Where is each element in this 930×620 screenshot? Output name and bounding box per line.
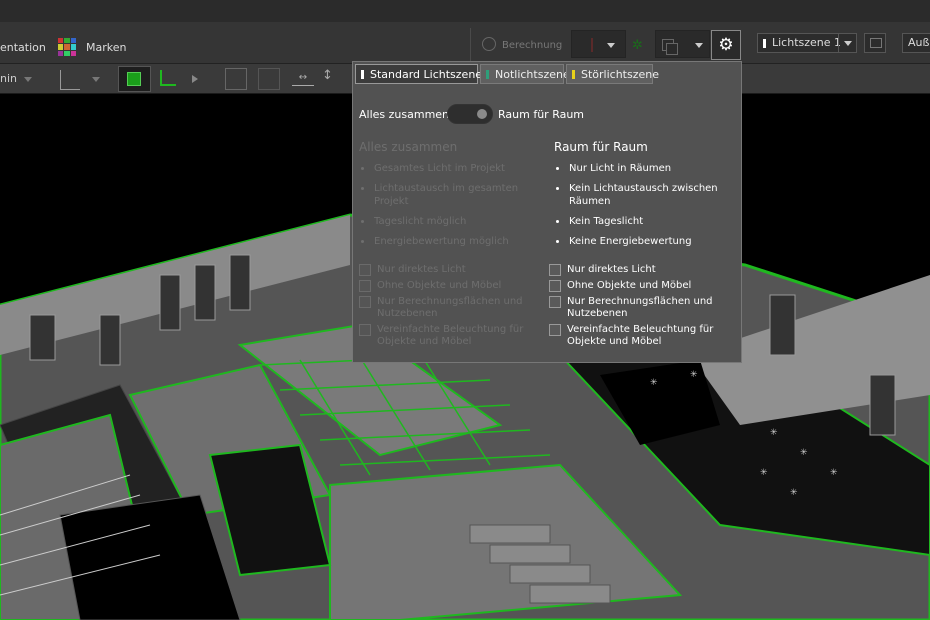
toggle-knob xyxy=(477,109,487,119)
checkbox-label[interactable]: Ohne Objekte und Möbel xyxy=(567,280,691,291)
all-together-options: Nur direktes Licht Ohne Objekte und Möbe… xyxy=(359,264,544,352)
checkbox-label: Nur Berechnungsflächen und Nutzebenen xyxy=(377,296,523,319)
calculation-mode-toggle[interactable] xyxy=(447,104,493,124)
marker-label[interactable]: Marken xyxy=(86,41,126,54)
play-icon[interactable] xyxy=(192,75,198,83)
room-by-room-options: Nur direktes Licht Ohne Objekte und Möbe… xyxy=(549,264,734,352)
tab-label: Notlichtszene xyxy=(495,68,570,81)
list-item: Gesamtes Licht im Projekt xyxy=(359,162,539,175)
tab-standard-light-scenes[interactable]: Standard Lichtszenen xyxy=(355,64,489,84)
title-bar xyxy=(0,0,930,22)
chevron-down-icon xyxy=(844,41,852,46)
option-without-objects[interactable]: Ohne Objekte und Möbel xyxy=(549,280,734,292)
light-scene-select[interactable]: Lichtszene 1 xyxy=(757,33,857,53)
all-together-column: Alles zusammen Gesamtes Licht im Projekt… xyxy=(359,140,539,255)
checkbox xyxy=(359,296,371,308)
room-by-room-title: Raum für Raum xyxy=(554,140,648,154)
outside-button[interactable]: Auße xyxy=(902,33,930,53)
select-frame-icon[interactable] xyxy=(60,70,80,90)
checkbox[interactable] xyxy=(549,296,561,308)
svg-text:✳: ✳ xyxy=(800,448,808,458)
checkbox-label: Ohne Objekte und Möbel xyxy=(377,280,502,291)
checkbox[interactable] xyxy=(549,324,561,336)
option-calc-surfaces-disabled: Nur Berechnungsflächen und Nutzebenen xyxy=(359,296,544,320)
checkbox-label[interactable]: Nur direktes Licht xyxy=(567,264,656,275)
toggle-right-label[interactable]: Raum für Raum xyxy=(498,108,584,121)
room-by-room-column: Raum für Raum Nur Licht in Räumen Kein L… xyxy=(554,140,739,255)
svg-text:✳: ✳ xyxy=(770,428,778,438)
light-scene-value: Lichtszene 1 xyxy=(772,36,842,49)
checkbox xyxy=(359,324,371,336)
option-direct-light-disabled: Nur direktes Licht xyxy=(359,264,544,276)
tab-color-marker xyxy=(361,70,364,79)
list-item: Kein Tageslicht xyxy=(554,215,739,228)
light-scene-dropdown[interactable] xyxy=(838,34,856,52)
gear-icon: ⚙ xyxy=(718,35,734,55)
list-item: Tageslicht möglich xyxy=(359,215,539,228)
tab-label: Störlichtszene xyxy=(581,68,660,81)
calculation-mode-toggle-row: Alles zusammen Raum für Raum xyxy=(359,104,639,124)
all-together-title: Alles zusammen xyxy=(359,140,458,154)
option-direct-light[interactable]: Nur direktes Licht xyxy=(549,264,734,276)
zoom-dropdown-icon[interactable] xyxy=(24,77,32,82)
tab-color-marker xyxy=(486,70,489,79)
option-calc-surfaces[interactable]: Nur Berechnungsflächen und Nutzebenen xyxy=(549,296,734,320)
option-without-objects-disabled: Ohne Objekte und Möbel xyxy=(359,280,544,292)
floor-plan-icon[interactable] xyxy=(160,70,176,86)
calculation-button[interactable]: Berechnung xyxy=(502,40,562,51)
tab-label: Standard Lichtszenen xyxy=(370,68,490,81)
checkbox-label[interactable]: Nur Berechnungsflächen und Nutzebenen xyxy=(567,296,713,319)
checkbox xyxy=(359,264,371,276)
option-simplified-lighting-disabled: Vereinfachte Beleuchtung für Objekte und… xyxy=(359,324,544,348)
svg-text:✳: ✳ xyxy=(650,378,658,388)
tab-emergency-light-scene[interactable]: Notlichtszene xyxy=(480,64,570,84)
list-item: Lichtaustausch im gesamten Projekt xyxy=(359,182,539,208)
select-dropdown-icon[interactable] xyxy=(92,77,100,82)
tab-fault-light-scene[interactable]: Störlichtszene xyxy=(566,64,659,84)
list-item: Kein Lichtaustausch zwischen Räumen xyxy=(554,182,739,208)
cube-icon xyxy=(127,72,141,86)
option-simplified-lighting[interactable]: Vereinfachte Beleuchtung für Objekte und… xyxy=(549,324,734,348)
checkbox[interactable] xyxy=(549,264,561,276)
svg-text:✳: ✳ xyxy=(790,488,798,498)
zoom-fit-icon[interactable] xyxy=(225,68,247,90)
settings-gear-button[interactable]: ⚙ xyxy=(711,30,741,60)
render-mode-button[interactable] xyxy=(571,30,626,58)
list-item: Energiebewertung möglich xyxy=(359,235,539,248)
height-icon[interactable]: ↕ xyxy=(322,68,333,83)
checkbox-label: Nur direktes Licht xyxy=(377,264,466,275)
zoom-select-label[interactable]: nin xyxy=(0,72,17,85)
green-light-icon[interactable]: ✲ xyxy=(632,38,643,53)
render-mode-dropdown-icon[interactable] xyxy=(607,43,615,48)
zoom-window-icon[interactable] xyxy=(258,68,280,90)
tab-color-marker xyxy=(572,70,575,79)
3d-view-button[interactable] xyxy=(118,66,151,92)
svg-text:✳: ✳ xyxy=(830,468,838,478)
marker-grid-icon[interactable] xyxy=(58,38,76,56)
svg-text:✳: ✳ xyxy=(760,468,768,478)
list-item: Keine Energiebewertung xyxy=(554,235,739,248)
monitor-button[interactable] xyxy=(864,33,886,53)
measure-icon[interactable]: ↔ xyxy=(292,72,314,86)
list-item: Nur Licht in Räumen xyxy=(554,162,739,175)
checkbox-label[interactable]: Vereinfachte Beleuchtung für Objekte und… xyxy=(567,324,713,347)
checkbox[interactable] xyxy=(549,280,561,292)
checkbox-label: Vereinfachte Beleuchtung für Objekte und… xyxy=(377,324,524,347)
toggle-left-label[interactable]: Alles zusammen xyxy=(359,108,449,121)
svg-text:✳: ✳ xyxy=(690,370,698,380)
light-scene-settings-panel: Standard Lichtszenen Notlichtszene Störl… xyxy=(352,61,742,363)
checkbox xyxy=(359,280,371,292)
view-copy-dropdown-icon[interactable] xyxy=(695,43,703,48)
presentation-tab[interactable]: entation xyxy=(0,41,46,54)
calculation-status-icon xyxy=(482,37,496,51)
scene-color-marker xyxy=(763,39,766,48)
